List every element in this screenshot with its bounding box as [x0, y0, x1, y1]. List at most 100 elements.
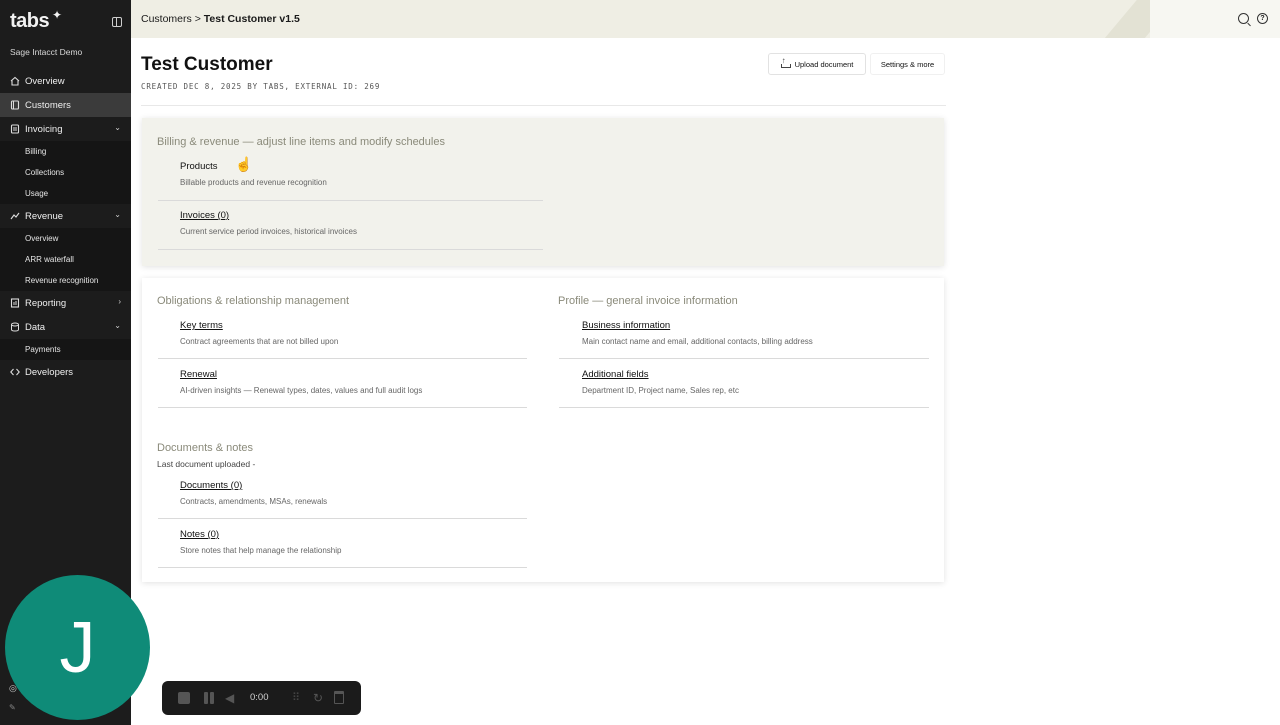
invoicing-submenu: Billing Collections Usage [0, 141, 131, 204]
revenue-submenu: Overview ARR waterfall Revenue recogniti… [0, 228, 131, 291]
sidebar-item-label: Revenue [25, 210, 64, 222]
stop-icon[interactable] [178, 692, 190, 704]
code-icon [10, 367, 20, 377]
sidebar-item-data[interactable]: Data ⌄ [0, 315, 131, 339]
restart-icon[interactable]: ↻ [313, 691, 323, 705]
invoices-item[interactable]: Invoices (0) Current service period invo… [180, 210, 357, 236]
sidebar-item-label: Data [25, 321, 46, 333]
renewal-item[interactable]: Renewal AI-driven insights — Renewal typ… [180, 369, 422, 395]
chart-icon [10, 298, 20, 308]
divider [158, 567, 527, 568]
trash-icon[interactable] [334, 691, 344, 704]
drag-handle-icon[interactable]: ⠿ [292, 691, 300, 704]
key-terms-link[interactable]: Key terms [180, 320, 338, 331]
customer-meta: CREATED DEC 8, 2025 BY TABS, EXTERNAL ID… [141, 82, 381, 91]
logo[interactable]: tabs [10, 10, 50, 33]
renewal-link[interactable]: Renewal [180, 369, 422, 380]
additional-fields-item[interactable]: Additional fields Department ID, Project… [582, 369, 739, 395]
top-icons: ? [1238, 13, 1268, 24]
divider [158, 358, 527, 359]
documents-desc: Contracts, amendments, MSAs, renewals [180, 497, 328, 506]
top-bar: Customers > Test Customer v1.5 ? [131, 0, 1280, 38]
sidebar-nav: Overview Customers Invoicing ⌄ Billing C… [0, 69, 131, 384]
sidebar-subitem-payments[interactable]: Payments [0, 339, 131, 360]
database-icon [10, 322, 20, 332]
divider [158, 249, 543, 250]
profile-section-title: Profile — general invoice information [558, 295, 738, 307]
data-submenu: Payments [0, 339, 131, 360]
renewal-desc: AI-driven insights — Renewal types, date… [180, 386, 423, 395]
documents-item[interactable]: Documents (0) Contracts, amendments, MSA… [180, 480, 327, 506]
revenue-icon [10, 211, 20, 221]
invoice-icon [10, 124, 20, 134]
products-desc: Billable products and revenue recognitio… [180, 178, 327, 187]
notes-item[interactable]: Notes (0) Store notes that help manage t… [180, 529, 341, 555]
sidebar-toggle-icon[interactable] [112, 17, 122, 27]
pause-icon[interactable] [203, 692, 215, 704]
app: tabs ✦ Sage Intacct Demo Overview Custom… [0, 0, 1280, 725]
notes-link[interactable]: Notes (0) [180, 529, 341, 540]
recording-toolbar: ◀ 0:00 ⠿ ↻ [162, 681, 361, 715]
sidebar-item-label: Reporting [25, 297, 67, 309]
upload-document-label: Upload document [794, 59, 854, 69]
sidebar-item-developers[interactable]: Developers [0, 360, 131, 384]
sidebar-item-invoicing[interactable]: Invoicing ⌄ [0, 117, 131, 141]
sidebar-item-overview[interactable]: Overview [0, 69, 131, 93]
sidebar-subitem-revenue-overview[interactable]: Overview [0, 228, 131, 249]
webcam-avatar[interactable]: J [5, 575, 150, 720]
sidebar-item-label: Overview [25, 75, 65, 87]
magic-wand-icon[interactable]: ✎ [9, 703, 16, 712]
sidebar-item-revenue[interactable]: Revenue ⌄ [0, 204, 131, 228]
settings-more-button[interactable]: Settings & more [870, 53, 945, 75]
divider [559, 407, 929, 408]
divider [158, 200, 543, 201]
chevron-down-icon[interactable]: ⌄ [114, 123, 121, 132]
billing-card: Billing & revenue — adjust line items an… [142, 118, 944, 266]
help-icon[interactable]: ? [1257, 13, 1268, 24]
upload-icon [780, 56, 791, 68]
sidebar-subitem-billing[interactable]: Billing [0, 141, 131, 162]
billing-section-title: Billing & revenue — adjust line items an… [157, 136, 445, 148]
chevron-down-icon[interactable]: ⌄ [114, 210, 121, 219]
sidebar-item-reporting[interactable]: Reporting › [0, 291, 131, 315]
hand-cursor-icon: ☝ [235, 156, 253, 172]
invoices-link[interactable]: Invoices (0) [180, 210, 357, 221]
breadcrumb: Customers > Test Customer v1.5 [141, 13, 300, 25]
logo-row: tabs ✦ [10, 8, 122, 36]
sidebar-subitem-revenue-recognition[interactable]: Revenue recognition [0, 270, 131, 291]
key-terms-item[interactable]: Key terms Contract agreements that are n… [180, 320, 338, 346]
documents-section-title: Documents & notes [157, 442, 253, 454]
search-icon[interactable] [1238, 13, 1249, 24]
home-icon [10, 76, 20, 86]
org-name[interactable]: Sage Intacct Demo [10, 47, 82, 57]
business-info-link[interactable]: Business information [582, 320, 813, 331]
recording-timer: 0:00 [250, 692, 269, 703]
key-terms-desc: Contract agreements that are not billed … [180, 337, 339, 346]
business-info-desc: Main contact name and email, additional … [582, 337, 813, 346]
documents-link[interactable]: Documents (0) [180, 480, 327, 491]
sidebar-subitem-collections[interactable]: Collections [0, 162, 131, 183]
details-card: Obligations & relationship management Ke… [142, 278, 944, 582]
chevron-right-icon[interactable]: › [118, 297, 121, 306]
page-title: Test Customer [141, 54, 273, 75]
sidebar-item-label: Developers [25, 366, 74, 378]
mute-icon[interactable]: ◀ [225, 691, 234, 705]
products-title[interactable]: Products [180, 161, 327, 172]
breadcrumb-separator: > [194, 13, 201, 25]
obligations-section-title: Obligations & relationship management [157, 295, 350, 307]
settings-more-label: Settings & more [880, 59, 935, 69]
last-document-text: Last document uploaded - [157, 459, 256, 469]
logo-star-icon: ✦ [52, 8, 63, 22]
products-item[interactable]: Products Billable products and revenue r… [180, 161, 327, 187]
business-info-item[interactable]: Business information Main contact name a… [582, 320, 813, 346]
divider [158, 407, 527, 408]
divider [559, 358, 929, 359]
divider [158, 518, 527, 519]
sidebar-item-customers[interactable]: Customers [0, 93, 131, 117]
sidebar-subitem-usage[interactable]: Usage [0, 183, 131, 204]
breadcrumb-customers[interactable]: Customers [141, 13, 192, 25]
sidebar-subitem-arr-waterfall[interactable]: ARR waterfall [0, 249, 131, 270]
chevron-down-icon[interactable]: ⌄ [114, 321, 121, 330]
additional-fields-link[interactable]: Additional fields [582, 369, 739, 380]
upload-document-button[interactable]: Upload document [768, 53, 866, 75]
